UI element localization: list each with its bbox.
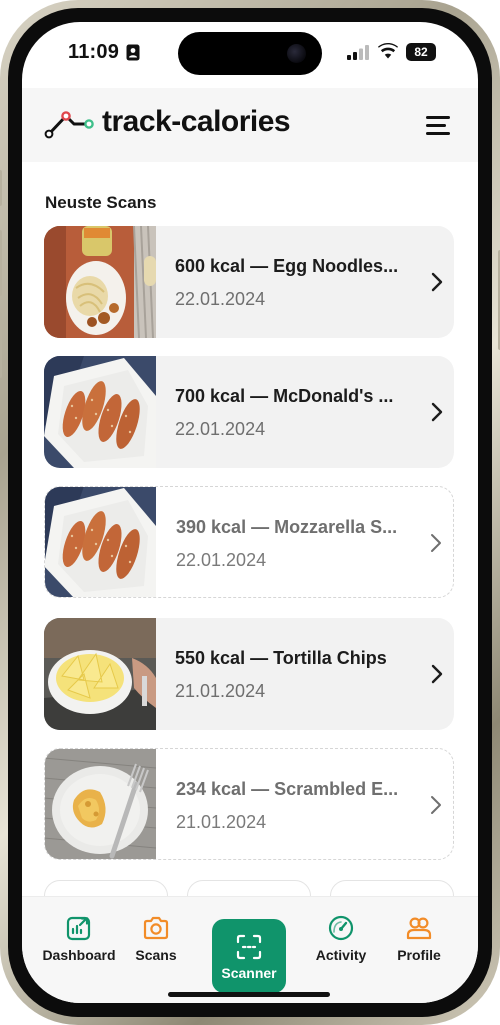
dynamic-island [178, 32, 322, 75]
scan-title: 700 kcal — McDonald's ... [175, 386, 394, 406]
scan-title: 234 kcal — Scrambled E... [176, 779, 399, 799]
scan-card-tortilla-chips[interactable]: 550 kcal — Tortilla Chips 21.01.2024 [44, 618, 454, 730]
volume-down-button [0, 312, 2, 378]
scanner-button[interactable]: Scanner [212, 919, 286, 993]
scan-date: 21.01.2024 [175, 681, 266, 701]
person-badge-icon [126, 44, 140, 61]
nav-label: Scanner [221, 965, 277, 981]
scan-title: 600 kcal — Egg Noodles... [175, 256, 399, 276]
scan-date: 22.01.2024 [175, 419, 266, 439]
nav-scans[interactable]: Scans [130, 915, 182, 963]
chevron-right-icon [431, 272, 443, 292]
scan-date: 21.01.2024 [176, 812, 267, 832]
screen: 11:09 82 track-calories Neuste Scans 600… [22, 22, 478, 1003]
scan-card-scrambled-eggs[interactable]: 234 kcal — Scrambled E... 21.01.2024 [44, 748, 454, 860]
nav-label: Activity [315, 947, 367, 963]
camera-icon [143, 916, 169, 940]
battery-indicator: 82 [406, 43, 436, 61]
chevron-right-icon [431, 796, 441, 814]
tortilla-chips-thumbnail [44, 618, 156, 730]
chevron-right-icon [431, 402, 443, 422]
front-camera-icon [287, 44, 306, 63]
nav-activity[interactable]: Activity [312, 915, 370, 963]
scrambled-eggs-thumbnail [45, 749, 156, 859]
status-bar: 11:09 82 [22, 22, 478, 84]
nav-label: Profile [397, 947, 441, 963]
breaded-strips-thumbnail [44, 356, 156, 468]
nav-dashboard[interactable]: Dashboard [42, 915, 116, 963]
breaded-strips-thumbnail [45, 487, 156, 597]
scan-card-mcdonalds[interactable]: 700 kcal — McDonald's ... 22.01.2024 [44, 356, 454, 468]
scan-title: 550 kcal — Tortilla Chips [175, 648, 387, 668]
hamburger-menu-icon[interactable] [426, 116, 450, 136]
chevron-right-icon [431, 534, 441, 552]
nav-label: Dashboard [42, 947, 116, 963]
app-header: track-calories [22, 88, 478, 162]
scan-date: 22.01.2024 [175, 289, 266, 309]
scan-card-egg-noodles[interactable]: 600 kcal — Egg Noodles... 22.01.2024 [44, 226, 454, 338]
egg-noodles-thumbnail [44, 226, 156, 338]
speedometer-icon [328, 915, 354, 941]
scan-card-mozzarella[interactable]: 390 kcal — Mozzarella S... 22.01.2024 [44, 486, 454, 598]
status-time: 11:09 [68, 41, 120, 63]
home-indicator [168, 992, 330, 997]
nav-profile[interactable]: Profile [392, 915, 446, 963]
dashboard-chart-icon [66, 916, 91, 941]
volume-up-button [0, 230, 2, 296]
chevron-right-icon [431, 664, 443, 684]
scan-date: 22.01.2024 [176, 550, 267, 570]
wifi-icon [378, 43, 398, 59]
scan-frame-icon [236, 934, 262, 960]
bottom-navigation: Dashboard Scans Scanner Activity Profile [22, 896, 478, 1003]
chart-line-logo-icon [44, 111, 94, 139]
users-icon [406, 917, 432, 940]
section-title: Neuste Scans [45, 193, 157, 212]
cellular-signal-icon [347, 45, 369, 60]
action-button [0, 170, 2, 206]
nav-label: Scans [135, 947, 177, 963]
app-title: track-calories [102, 105, 291, 138]
scan-title: 390 kcal — Mozzarella S... [176, 517, 398, 537]
